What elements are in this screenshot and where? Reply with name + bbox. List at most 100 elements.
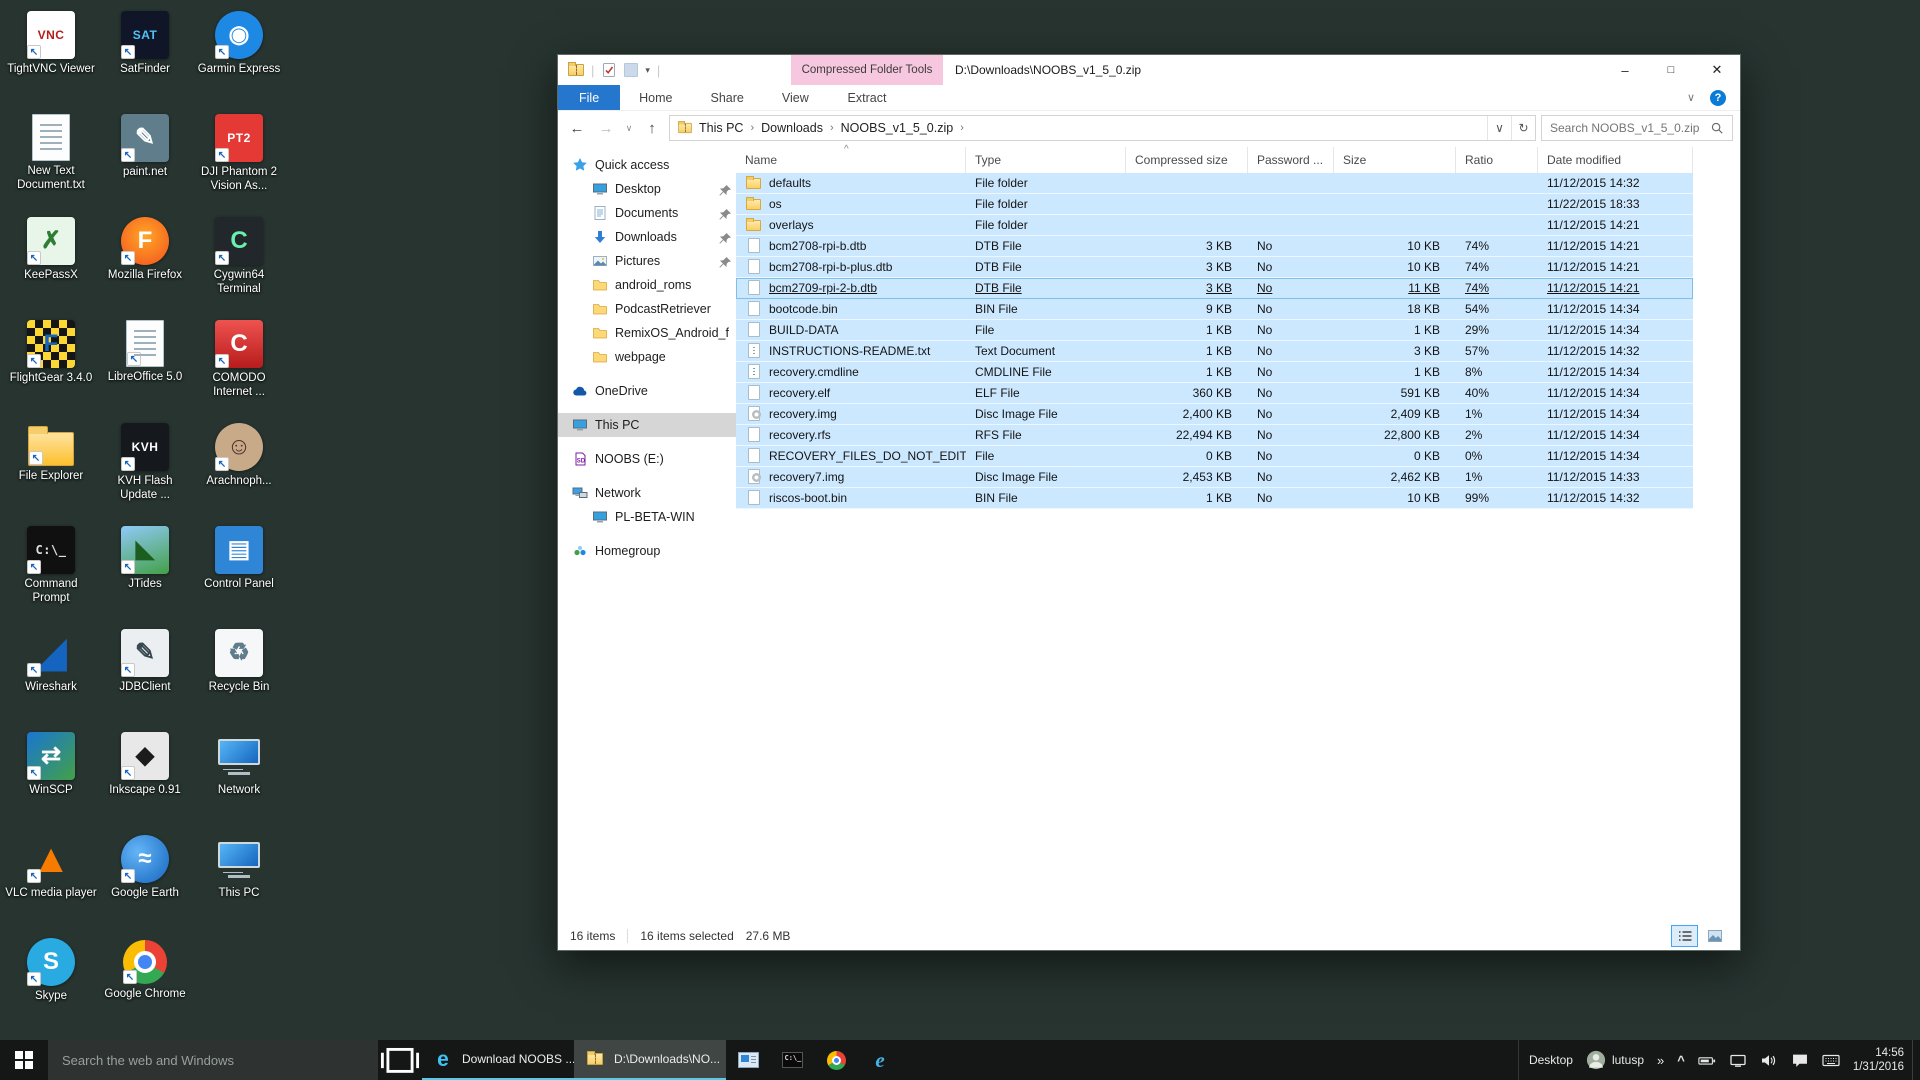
desktop-icon-garmin-express[interactable]: ◉ ↖ Garmin Express (192, 6, 286, 109)
breadcrumb-chevron-icon[interactable]: › (957, 122, 967, 134)
task-view-button[interactable] (378, 1040, 422, 1080)
breadcrumb-item[interactable]: This PC (695, 121, 747, 135)
back-button[interactable]: ← (565, 120, 589, 137)
sidebar-item-this-pc[interactable]: This PC (558, 413, 736, 437)
breadcrumb-item[interactable]: Downloads (757, 121, 827, 135)
show-hidden-icons-chevron-icon[interactable]: ^ (1677, 1053, 1685, 1068)
desktop-icon-vlc-media-player[interactable]: ▲ ↖ VLC media player (4, 830, 98, 933)
desktop-icon-jtides[interactable]: ◣ ↖ JTides (98, 521, 192, 624)
show-desktop-button[interactable] (1912, 1040, 1920, 1080)
desktop-icon-libreoffice[interactable]: ↖ LibreOffice 5.0 (98, 315, 192, 418)
desktop-icon-inkscape[interactable]: ◆ ↖ Inkscape 0.91 (98, 727, 192, 830)
desktop-icon-winscp[interactable]: ⇄ ↖ WinSCP (4, 727, 98, 830)
file-row-overlays[interactable]: overlays File folder 11/12/2015 14:21 (736, 215, 1693, 236)
column-header-compressed-size[interactable]: Compressed size (1126, 147, 1248, 173)
sidebar-item-pictures[interactable]: Pictures (558, 249, 736, 273)
taskbar-search-input[interactable] (48, 1052, 378, 1068)
file-row-riscos-boot-bin[interactable]: riscos-boot.bin BIN File 1 KB No 10 KB 99% 11/… (736, 488, 1693, 509)
pinned-control-panel-icon[interactable] (726, 1040, 770, 1080)
sidebar-item-quick-access[interactable]: Quick access (558, 153, 736, 177)
desktop-icon-keepassx[interactable]: ✗ ↖ KeePassX (4, 212, 98, 315)
address-dropdown-chevron-icon[interactable]: ∨ (1487, 116, 1511, 140)
sidebar-item-noobs-e-[interactable]: SD NOOBS (E:) (558, 447, 736, 471)
close-button[interactable]: ✕ (1694, 55, 1740, 85)
desktop-toolbar-label[interactable]: Desktop (1529, 1053, 1573, 1067)
pinned-chrome-icon[interactable] (814, 1040, 858, 1080)
ribbon-collapse-chevron-icon[interactable]: ∨ (1687, 91, 1695, 104)
file-row-recovery-elf[interactable]: recovery.elf ELF File 360 KB No 591 KB 40% 11/… (736, 383, 1693, 404)
column-header-size[interactable]: Size (1334, 147, 1456, 173)
desktop-icon-google-chrome[interactable]: ↖ Google Chrome (98, 933, 192, 1036)
action-center-icon[interactable] (1791, 1052, 1809, 1068)
file-row-bcm2708-rpi-b-dtb[interactable]: bcm2708-rpi-b.dtb DTB File 3 KB No 10 KB 74% 1… (736, 236, 1693, 257)
file-row-bootcode-bin[interactable]: bootcode.bin BIN File 9 KB No 18 KB 54% 11/12/… (736, 299, 1693, 320)
desktop-icon-paint-net[interactable]: ✎ ↖ paint.net (98, 109, 192, 212)
file-row-os[interactable]: os File folder 11/22/2015 18:33 (736, 194, 1693, 215)
desktop-icon-jdbclient[interactable]: ✎ ↖ JDBClient (98, 624, 192, 727)
desktop-icon-mozilla-firefox[interactable]: F ↖ Mozilla Firefox (98, 212, 192, 315)
thumbnail-view-button[interactable] (1701, 925, 1728, 947)
pinned-command-prompt-icon[interactable]: C:\_ (770, 1040, 814, 1080)
desktop-icon-network[interactable]: Network (192, 727, 286, 830)
taskbar-button-explorer-zip-window[interactable]: D:\Downloads\NO... (574, 1040, 726, 1080)
column-header-ratio[interactable]: Ratio (1456, 147, 1538, 173)
tab-extract[interactable]: Extract (791, 85, 943, 110)
desktop-icon-recycle-bin[interactable]: ♻ Recycle Bin (192, 624, 286, 727)
sidebar-item-pl-beta-win[interactable]: PL-BETA-WIN (558, 505, 736, 529)
desktop-icon-tightvnc-viewer[interactable]: VNC ↖ TightVNC Viewer (4, 6, 98, 109)
sidebar-item-documents[interactable]: Documents (558, 201, 736, 225)
sidebar-item-desktop[interactable]: Desktop (558, 177, 736, 201)
user-toolbar[interactable]: lutusp (1586, 1050, 1644, 1070)
desktop-icon-file-explorer[interactable]: ↖ File Explorer (4, 418, 98, 521)
desktop-icon-wireshark[interactable]: ◢ ↖ Wireshark (4, 624, 98, 727)
sidebar-item-webpage[interactable]: webpage (558, 345, 736, 369)
customize-qat-chevron-icon[interactable]: ▾ (645, 65, 650, 76)
tab-home[interactable]: Home (620, 85, 691, 110)
forward-button[interactable]: → (594, 120, 618, 137)
desktop-icon-comodo-internet-security[interactable]: C ↖ COMODO Internet ... (192, 315, 286, 418)
battery-icon[interactable] (1698, 1052, 1716, 1068)
tab-file[interactable]: File (558, 85, 621, 110)
desktop-icon-dji-phantom-2-vision[interactable]: PT2 ↖ DJI Phantom 2 Vision As... (192, 109, 286, 212)
file-row-build-data[interactable]: BUILD-DATA File 1 KB No 1 KB 29% 11/12/2015 14… (736, 320, 1693, 341)
minimize-button[interactable]: – (1602, 55, 1648, 85)
recent-locations-chevron-icon[interactable]: ∨ (623, 123, 635, 134)
desktop-icon-cygwin64-terminal[interactable]: C ↖ Cygwin64 Terminal (192, 212, 286, 315)
toolbar-overflow-chevron-icon[interactable]: » (1657, 1053, 1664, 1068)
desktop-icon-kvh-flash-update[interactable]: KVH ↖ KVH Flash Update ... (98, 418, 192, 521)
sidebar-item-android-roms[interactable]: android_roms (558, 273, 736, 297)
maximize-button[interactable]: □ (1648, 55, 1694, 85)
desktop-icon-arachnophilia[interactable]: ☺ ↖ Arachnoph... (192, 418, 286, 521)
file-row-recovery-img[interactable]: recovery.img Disc Image File 2,400 KB No 2,4… (736, 404, 1693, 425)
column-header-date-modified[interactable]: Date modified (1538, 147, 1693, 173)
breadcrumb-item[interactable]: NOOBS_v1_5_0.zip (837, 121, 958, 135)
column-header-password-[interactable]: Password ... (1248, 147, 1334, 173)
file-row-bcm2708-rpi-b-plus-dtb[interactable]: bcm2708-rpi-b-plus.dtb DTB File 3 KB No 10 K… (736, 257, 1693, 278)
details-view-button[interactable] (1671, 925, 1698, 947)
properties-icon[interactable] (601, 62, 617, 78)
search-input[interactable] (1542, 121, 1710, 135)
desktop-icon-satfinder[interactable]: SAT ↖ SatFinder (98, 6, 192, 109)
desktop-icon-new-text-document[interactable]: New Text Document.txt (4, 109, 98, 212)
desktop-icon-this-pc[interactable]: This PC (192, 830, 286, 933)
sidebar-item-onedrive[interactable]: OneDrive (558, 379, 736, 403)
up-button[interactable]: ↑ (640, 120, 664, 137)
file-row-instructions-readme-txt[interactable]: INSTRUCTIONS-README.txt Text Document 1 KB… (736, 341, 1693, 362)
sidebar-item-podcastretriever[interactable]: PodcastRetriever (558, 297, 736, 321)
desktop-icon-skype[interactable]: S ↖ Skype (4, 933, 98, 1036)
file-row-defaults[interactable]: defaults File folder 11/12/2015 14:32 (736, 173, 1693, 194)
sidebar-item-homegroup[interactable]: Homegroup (558, 539, 736, 563)
breadcrumb-chevron-icon[interactable]: › (747, 122, 757, 134)
file-row-bcm2709-rpi-2-b-dtb[interactable]: bcm2709-rpi-2-b.dtb DTB File 3 KB No 11 KB 74… (736, 278, 1693, 299)
new-folder-icon[interactable] (624, 63, 639, 77)
sidebar-item-downloads[interactable]: Downloads (558, 225, 736, 249)
file-row-recovery-files-do-not-edit[interactable]: RECOVERY_FILES_DO_NOT_EDIT File 0 KB No 0 KB… (736, 446, 1693, 467)
file-row-recovery-rfs[interactable]: recovery.rfs RFS File 22,494 KB No 22,800 KB… (736, 425, 1693, 446)
tab-share[interactable]: Share (692, 85, 763, 110)
desktop-icon-command-prompt[interactable]: C:\_ ↖ Command Prompt (4, 521, 98, 624)
network-icon[interactable] (1729, 1052, 1747, 1068)
taskbar-button-edge-download-noobs[interactable]: e Download NOOBS ... (422, 1040, 574, 1080)
column-header-name[interactable]: Name (736, 147, 966, 173)
desktop-icon-flightgear[interactable]: F ↖ FlightGear 3.4.0 (4, 315, 98, 418)
desktop-icon-control-panel[interactable]: ▤ Control Panel (192, 521, 286, 624)
